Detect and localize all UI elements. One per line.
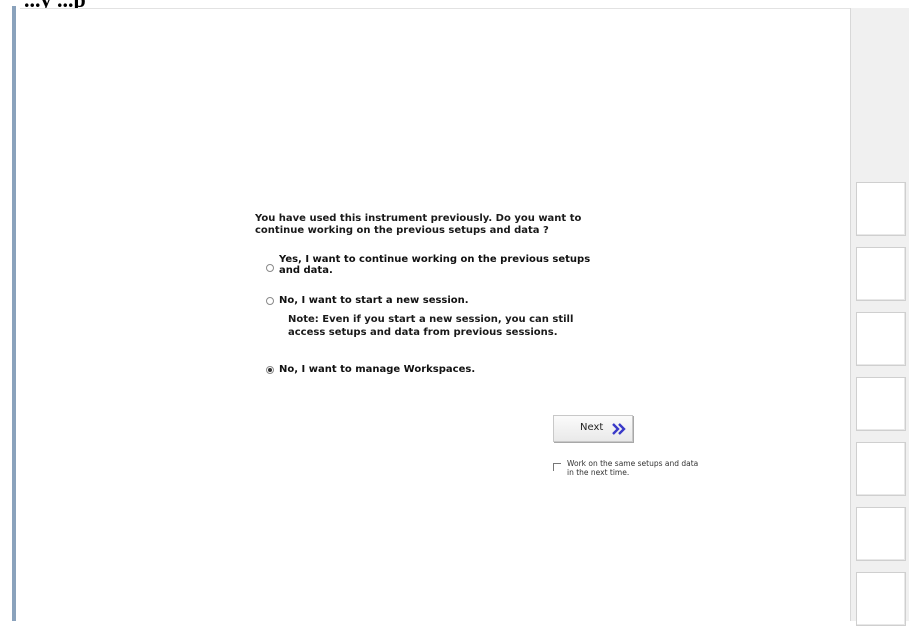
next-button-label: Next [580, 422, 604, 433]
softkey-1[interactable] [856, 182, 906, 236]
softkey-4[interactable] [856, 377, 906, 431]
note-line-2: access setups and data from previous ses… [288, 327, 558, 338]
softkey-2[interactable] [856, 247, 906, 301]
remember-setup-line-2: in the next time. [567, 468, 630, 477]
continue-option-line-2: and data. [279, 265, 333, 276]
softkey-7[interactable] [856, 572, 906, 626]
left-edge-bar [0, 0, 20, 621]
remember-setup-label[interactable]: Work on the same setups and data in the … [567, 459, 737, 477]
remember-setup-line-1: Work on the same setups and data [567, 459, 699, 468]
softkey-6[interactable] [856, 507, 906, 561]
softkey-panel [850, 8, 909, 626]
continue-option-line-1: Yes, I want to continue working on the p… [279, 254, 591, 265]
manage-workspaces-option-label[interactable]: No, I want to manage Workspaces. [279, 364, 475, 375]
new-session-note: Note: Even if you start a new session, y… [288, 313, 618, 339]
double-chevron-right-icon [612, 421, 626, 440]
remember-setup-checkbox[interactable] [553, 463, 561, 471]
prompt-line-2: continue working on the previous setups … [255, 225, 549, 236]
softkey-5[interactable] [856, 442, 906, 496]
continue-radio[interactable] [266, 264, 274, 272]
next-button[interactable]: Next [553, 415, 633, 442]
prompt-line-1: You have used this instrument previously… [255, 213, 582, 224]
new-session-radio[interactable] [266, 297, 274, 305]
softkey-3[interactable] [856, 312, 906, 366]
session-prompt: You have used this instrument previously… [255, 213, 655, 237]
new-session-option-label[interactable]: No, I want to start a new session. [279, 295, 469, 306]
note-line-1: Note: Even if you start a new session, y… [288, 314, 574, 325]
manage-workspaces-radio[interactable] [266, 366, 274, 374]
continue-option-label[interactable]: Yes, I want to continue working on the p… [279, 254, 590, 276]
